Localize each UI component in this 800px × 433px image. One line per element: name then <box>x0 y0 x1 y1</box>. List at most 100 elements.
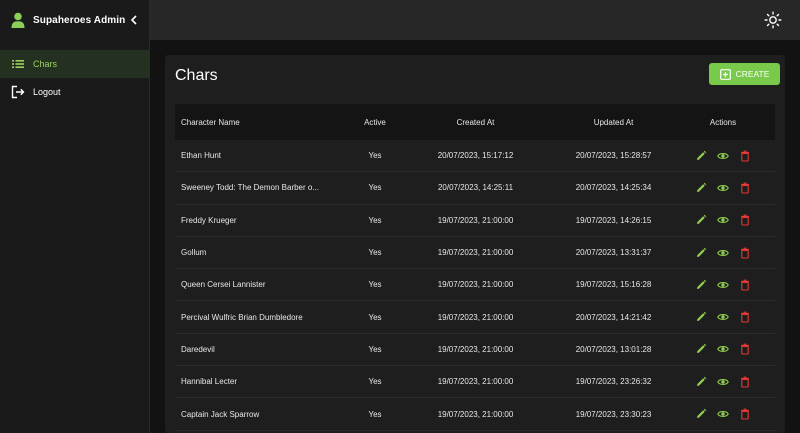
table-row[interactable]: Ethan Hunt Yes 20/07/2023, 15:17:12 20/07/2… <box>175 140 775 173</box>
page-title: Chars <box>175 67 218 84</box>
edit-icon[interactable] <box>695 408 707 420</box>
trash-icon[interactable] <box>739 408 751 420</box>
cell-actions <box>671 214 775 226</box>
cell-character-name: Sweeney Todd: The Demon Barber o... <box>181 183 320 193</box>
edit-icon[interactable] <box>695 343 707 355</box>
cell-active: Yes <box>368 312 382 322</box>
cell-actions <box>671 182 775 194</box>
add-box-icon <box>719 68 731 80</box>
cell-updated-at: 20/07/2023, 13:01:28 <box>575 344 652 354</box>
eye-icon[interactable] <box>717 408 729 420</box>
eye-icon[interactable] <box>717 182 729 194</box>
cell-actions <box>671 408 775 420</box>
table-header: Character Name Active Created At Updated… <box>175 104 775 140</box>
cell-actions <box>671 150 775 162</box>
cell-character-name: Captain Jack Sparrow <box>181 409 260 419</box>
trash-icon[interactable] <box>739 376 751 388</box>
cell-character-name: Ethan Hunt <box>181 151 222 161</box>
table-row[interactable]: Queen Cersei Lannister Yes 19/07/2023, 21:… <box>175 269 775 302</box>
eye-icon[interactable] <box>717 247 729 259</box>
column-header-actions: Actions <box>709 117 737 127</box>
trash-icon[interactable] <box>739 343 751 355</box>
eye-icon[interactable] <box>717 343 729 355</box>
trash-icon[interactable] <box>739 214 751 226</box>
cell-updated-at: 20/07/2023, 14:25:34 <box>575 183 652 193</box>
logout-icon <box>11 85 25 99</box>
cell-created-at: 19/07/2023, 21:00:00 <box>437 409 514 419</box>
cell-created-at: 19/07/2023, 21:00:00 <box>437 215 514 225</box>
eye-icon[interactable] <box>717 279 729 291</box>
trash-icon[interactable] <box>739 247 751 259</box>
table-row[interactable]: Freddy Krueger Yes 19/07/2023, 21:00:00 19/… <box>175 205 775 237</box>
cell-created-at: 19/07/2023, 21:00:00 <box>437 280 514 290</box>
cell-created-at: 19/07/2023, 21:00:00 <box>437 248 514 258</box>
cell-created-at: 19/07/2023, 21:00:00 <box>437 312 514 322</box>
sun-icon[interactable] <box>764 11 782 29</box>
cell-active: Yes <box>368 409 382 419</box>
column-header-updated-at[interactable]: Updated At <box>556 118 671 127</box>
edit-icon[interactable] <box>695 150 707 162</box>
cell-character-name: Daredevil <box>181 344 215 354</box>
table-row[interactable]: Hannibal Lecter Yes 19/07/2023, 21:00:00 19… <box>175 366 775 399</box>
column-header-created-at[interactable]: Created At <box>395 118 556 127</box>
create-button[interactable]: CREATE <box>709 63 780 85</box>
column-header-name[interactable]: Character Name <box>175 118 355 127</box>
cell-character-name: Gollum <box>181 248 207 258</box>
cell-actions <box>671 343 775 355</box>
top-app-bar <box>150 0 800 40</box>
eye-icon[interactable] <box>717 150 729 162</box>
sidebar-header: Supaheroes Admin <box>0 0 149 40</box>
trash-icon[interactable] <box>739 311 751 323</box>
trash-icon[interactable] <box>739 279 751 291</box>
cell-character-name: Queen Cersei Lannister <box>181 280 266 290</box>
cell-actions <box>671 279 775 291</box>
cell-actions <box>671 376 775 388</box>
trash-icon[interactable] <box>739 150 751 162</box>
cell-active: Yes <box>368 377 382 387</box>
cell-active: Yes <box>368 183 382 193</box>
sidebar-item-label: Chars <box>33 59 58 69</box>
cell-updated-at: 19/07/2023, 23:26:32 <box>575 377 652 387</box>
cell-created-at: 20/07/2023, 15:17:12 <box>437 151 514 161</box>
list-icon <box>12 60 24 68</box>
cell-active: Yes <box>368 248 382 258</box>
cell-updated-at: 19/07/2023, 14:26:15 <box>575 215 652 225</box>
cell-updated-at: 19/07/2023, 23:30:23 <box>575 409 652 419</box>
sidebar-item-logout[interactable]: Logout <box>0 78 149 106</box>
sidebar-item-label: Logout <box>33 87 61 97</box>
user-icon <box>11 12 25 28</box>
edit-icon[interactable] <box>695 311 707 323</box>
sidebar-item-chars[interactable]: Chars <box>0 50 149 78</box>
column-header-active[interactable]: Active <box>355 118 395 127</box>
sidebar: Supaheroes Admin Chars Logout <box>0 0 150 433</box>
edit-icon[interactable] <box>695 279 707 291</box>
cell-updated-at: 20/07/2023, 15:28:57 <box>575 151 652 161</box>
table-row[interactable]: Captain Jack Sparrow Yes 19/07/2023, 21:00… <box>175 398 775 431</box>
eye-icon[interactable] <box>717 214 729 226</box>
cell-active: Yes <box>368 344 382 354</box>
chars-table: Character Name Active Created At Updated… <box>175 104 775 431</box>
cell-character-name: Percival Wulfric Brian Dumbledore <box>181 312 303 322</box>
chevron-left-icon[interactable] <box>128 13 140 27</box>
edit-icon[interactable] <box>695 214 707 226</box>
edit-icon[interactable] <box>695 247 707 259</box>
list-card: Chars CREATE Character Name Active Creat… <box>165 55 785 433</box>
table-row[interactable]: Sweeney Todd: The Demon Barber o... Yes 20… <box>175 172 775 205</box>
eye-icon[interactable] <box>717 311 729 323</box>
trash-icon[interactable] <box>739 182 751 194</box>
app-title: Supaheroes Admin <box>33 14 126 26</box>
table-row[interactable]: Percival Wulfric Brian Dumbledore Yes 19/0… <box>175 301 775 334</box>
table-row[interactable]: Gollum Yes 19/07/2023, 21:00:00 20/07/2023,… <box>175 237 775 270</box>
eye-icon[interactable] <box>717 376 729 388</box>
cell-character-name: Freddy Krueger <box>181 215 237 225</box>
edit-icon[interactable] <box>695 376 707 388</box>
cell-active: Yes <box>368 215 382 225</box>
cell-actions <box>671 311 775 323</box>
cell-character-name: Hannibal Lecter <box>181 377 238 387</box>
edit-icon[interactable] <box>695 182 707 194</box>
create-button-label: CREATE <box>735 69 770 79</box>
cell-created-at: 19/07/2023, 21:00:00 <box>437 377 514 387</box>
table-row[interactable]: Daredevil Yes 19/07/2023, 21:00:00 20/07/20… <box>175 334 775 367</box>
cell-created-at: 20/07/2023, 14:25:11 <box>437 183 514 193</box>
cell-updated-at: 19/07/2023, 15:16:28 <box>575 280 652 290</box>
